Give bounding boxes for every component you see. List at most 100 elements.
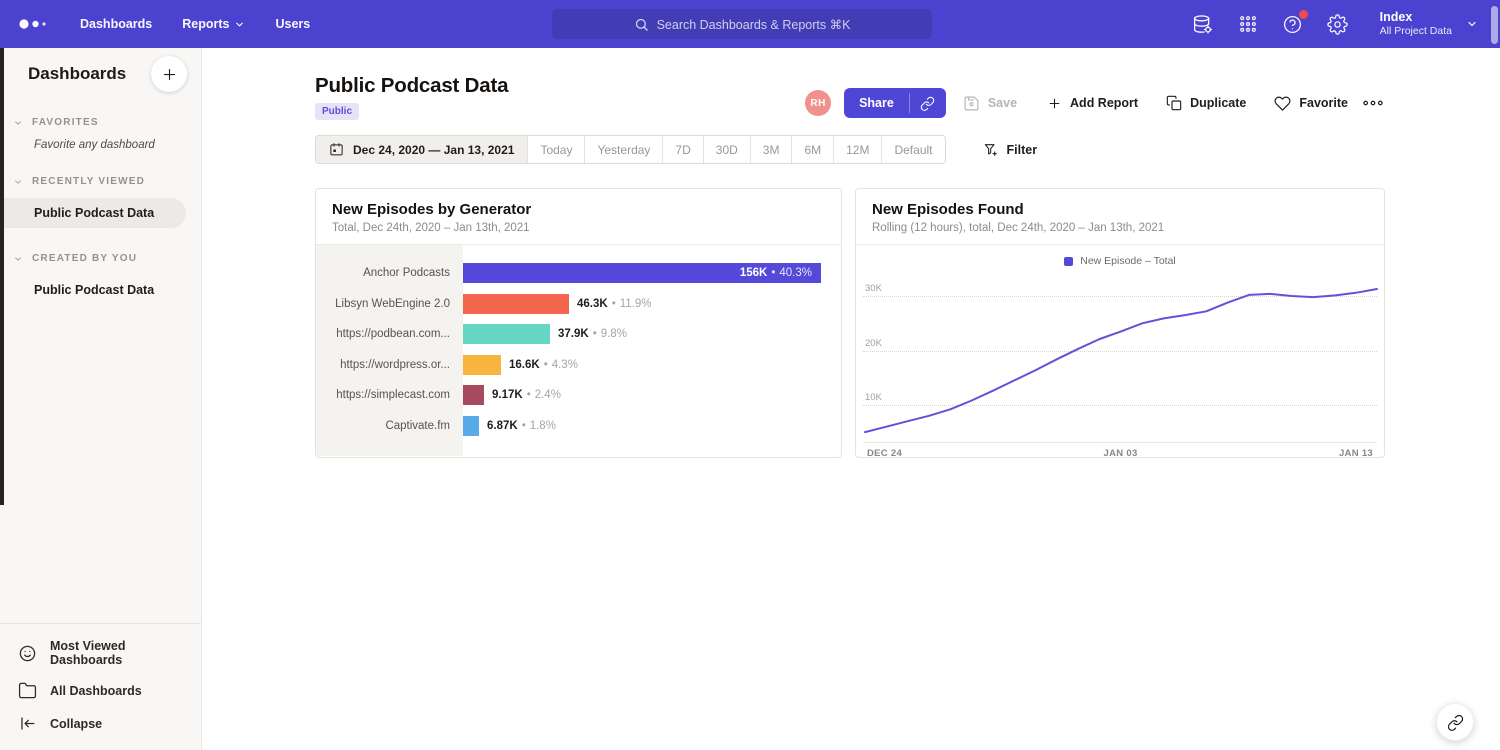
chevron-down-icon	[234, 19, 245, 30]
most-viewed-dashboards-label: Most Viewed Dashboards	[50, 639, 201, 667]
bar-value-label: 37.9K•9.8%	[558, 328, 627, 340]
bar-chart-card: New Episodes by Generator Total, Dec 24t…	[315, 188, 842, 458]
date-preset-30d[interactable]: 30D	[703, 136, 750, 163]
favorites-empty-hint: Favorite any dashboard	[0, 139, 201, 151]
public-badge: Public	[315, 103, 359, 120]
share-link-fab[interactable]	[1436, 703, 1474, 741]
date-preset-7d[interactable]: 7D	[662, 136, 702, 163]
x-axis-tick: DEC 24	[867, 448, 902, 459]
sidebar-item-public-podcast-data[interactable]: Public Podcast Data	[0, 198, 186, 228]
date-range-picker[interactable]: Dec 24, 2020 — Jan 13, 2021	[316, 136, 527, 163]
search-placeholder: Search Dashboards & Reports ⌘K	[657, 17, 851, 32]
apps-grid-icon[interactable]	[1237, 13, 1259, 35]
bar-chart-title: New Episodes by Generator	[332, 201, 825, 218]
topbar-nav: Dashboards Reports Users	[80, 17, 310, 31]
bar-chart-subtitle: Total, Dec 24th, 2020 – Jan 13th, 2021	[332, 222, 825, 234]
all-dashboards-label: All Dashboards	[50, 684, 142, 698]
section-favorites-header[interactable]: FAVORITES	[0, 117, 201, 128]
chevron-down-icon	[13, 177, 23, 187]
filter-funnel-icon	[983, 142, 999, 158]
dashboard-actions: RH Share Save Add Report Duplicate Favor…	[805, 88, 1384, 118]
date-preset-yesterday[interactable]: Yesterday	[584, 136, 662, 163]
bar-segment[interactable]	[463, 324, 550, 344]
date-preset-6m[interactable]: 6M	[791, 136, 833, 163]
scrollbar-thumb[interactable]	[1491, 6, 1498, 44]
section-created-by-you-label: CREATED BY YOU	[32, 253, 137, 264]
bar-segment[interactable]	[463, 416, 479, 436]
add-report-button[interactable]: Add Report	[1047, 96, 1138, 111]
ellipsis-icon	[1362, 98, 1384, 108]
bar-value-label: 16.6K•4.3%	[509, 359, 578, 371]
sidebar-section-favorites: FAVORITES Favorite any dashboard	[0, 117, 201, 151]
sidebar-item-public-podcast-data-created[interactable]: Public Podcast Data	[0, 275, 186, 305]
x-axis-tick: JAN 03	[1104, 448, 1138, 459]
settings-gear-icon[interactable]	[1327, 13, 1349, 35]
add-report-label: Add Report	[1070, 96, 1138, 110]
bar-segment[interactable]	[463, 385, 484, 405]
save-button[interactable]: Save	[963, 95, 1017, 112]
share-button[interactable]: Share	[844, 88, 946, 118]
all-dashboards-button[interactable]: All Dashboards	[0, 674, 201, 707]
chevron-down-icon	[13, 118, 23, 128]
favorite-button[interactable]: Favorite	[1274, 95, 1348, 112]
bar-segment[interactable]	[463, 355, 501, 375]
collapse-sidebar-button[interactable]: Collapse	[0, 707, 201, 740]
smiley-icon	[18, 644, 37, 663]
x-axis: DEC 24 JAN 03 JAN 13	[856, 443, 1384, 459]
add-dashboard-button[interactable]	[151, 56, 187, 92]
data-management-icon[interactable]	[1192, 13, 1214, 35]
nav-dashboards[interactable]: Dashboards	[80, 17, 152, 31]
avatar[interactable]: RH	[805, 90, 831, 116]
date-preset-today[interactable]: Today	[527, 136, 584, 163]
bar-segment[interactable]	[463, 294, 569, 314]
search-input[interactable]: Search Dashboards & Reports ⌘K	[552, 9, 932, 39]
line-chart-title: New Episodes Found	[872, 201, 1368, 218]
bar-category-label: Captivate.fm	[316, 420, 463, 432]
date-range-label: Dec 24, 2020 — Jan 13, 2021	[353, 143, 514, 157]
bar-segment[interactable]: 156K•40.3%	[463, 263, 821, 283]
save-icon	[963, 95, 980, 112]
legend-label: New Episode – Total	[1080, 255, 1176, 267]
x-axis-tick: JAN 13	[1339, 448, 1373, 459]
nav-reports-label: Reports	[182, 17, 229, 31]
app-logo-icon[interactable]	[18, 17, 54, 31]
folder-icon	[18, 681, 37, 700]
sidebar-section-created-by-you: CREATED BY YOU Public Podcast Data	[0, 253, 201, 305]
project-switcher[interactable]: Index All Project Data	[1380, 10, 1478, 39]
date-preset-3m[interactable]: 3M	[750, 136, 792, 163]
share-label: Share	[844, 88, 909, 118]
date-presets: TodayYesterday7D30D3M6M12MDefault	[527, 136, 944, 163]
project-name: Index	[1380, 10, 1452, 26]
collapse-icon	[18, 714, 37, 733]
calendar-icon	[329, 142, 344, 157]
date-preset-default[interactable]: Default	[881, 136, 944, 163]
legend-swatch	[1064, 257, 1073, 266]
collapse-label: Collapse	[50, 717, 102, 731]
bar-row: Libsyn WebEngine 2.046.3K•11.9%	[316, 289, 841, 320]
share-link-button[interactable]	[910, 88, 946, 118]
sidebar-section-recently-viewed: RECENTLY VIEWED Public Podcast Data	[0, 176, 201, 228]
help-icon[interactable]	[1282, 13, 1304, 35]
date-preset-12m[interactable]: 12M	[833, 136, 881, 163]
line-plot[interactable]: 10K20K30K	[863, 271, 1377, 443]
section-created-by-you-header[interactable]: CREATED BY YOU	[0, 253, 201, 264]
project-scope: All Project Data	[1380, 25, 1452, 38]
filter-button[interactable]: Filter	[983, 142, 1038, 158]
date-controls: Dec 24, 2020 — Jan 13, 2021 TodayYesterd…	[315, 135, 1037, 164]
bar-row: Captivate.fm 6.87K•1.8%	[316, 411, 841, 442]
duplicate-icon	[1166, 95, 1182, 111]
most-viewed-dashboards-button[interactable]: Most Viewed Dashboards	[0, 632, 201, 674]
bar-row: https://podbean.com...37.9K•9.8%	[316, 319, 841, 350]
bar-value-label: 9.17K•2.4%	[492, 389, 561, 401]
sidebar-footer: Most Viewed Dashboards All Dashboards Co…	[0, 623, 201, 750]
search-icon	[634, 17, 649, 32]
bar-value-label: 6.87K•1.8%	[487, 420, 556, 432]
duplicate-button[interactable]: Duplicate	[1166, 95, 1246, 111]
section-recently-viewed-header[interactable]: RECENTLY VIEWED	[0, 176, 201, 187]
nav-users[interactable]: Users	[275, 17, 310, 31]
duplicate-label: Duplicate	[1190, 96, 1246, 110]
bar-category-label: https://simplecast.com	[316, 389, 463, 401]
nav-reports[interactable]: Reports	[182, 17, 245, 31]
more-actions-button[interactable]	[1362, 98, 1384, 108]
bar-rows: Anchor Podcasts156K•40.3%Libsyn WebEngin…	[316, 245, 841, 441]
